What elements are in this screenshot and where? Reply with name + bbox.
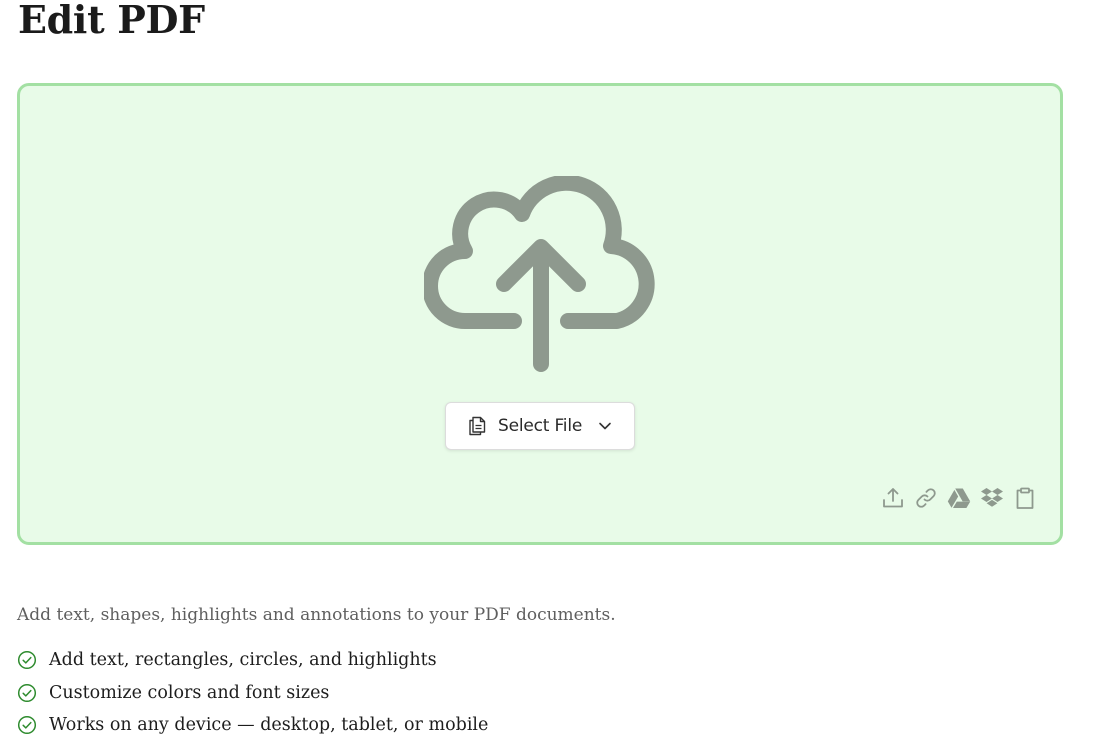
page-title: Edit PDF — [18, 0, 205, 42]
cloud-upload-icon — [424, 176, 655, 372]
feature-text: Add text, rectangles, circles, and highl… — [49, 650, 437, 671]
check-circle-icon — [17, 683, 37, 702]
list-item: Customize colors and font sizes — [17, 677, 488, 710]
check-circle-icon — [17, 716, 37, 735]
feature-list: Add text, rectangles, circles, and highl… — [17, 644, 488, 742]
list-item: Add text, rectangles, circles, and highl… — [17, 644, 488, 677]
list-item: Works on any device — desktop, tablet, o… — [17, 709, 488, 742]
chevron-down-icon[interactable] — [598, 421, 612, 431]
check-circle-icon — [17, 651, 37, 670]
clipboard-icon[interactable] — [1013, 486, 1037, 510]
google-drive-icon[interactable] — [947, 486, 971, 510]
select-file-label: Select File — [498, 416, 583, 436]
page-description: Add text, shapes, highlights and annotat… — [17, 605, 616, 625]
select-file-button[interactable]: Select File — [445, 402, 635, 450]
file-copy-icon — [469, 416, 486, 436]
link-icon[interactable] — [914, 486, 938, 510]
file-dropzone[interactable]: Select File — [17, 83, 1063, 545]
feature-text: Works on any device — desktop, tablet, o… — [49, 715, 489, 736]
upload-icon[interactable] — [881, 486, 905, 510]
file-source-options — [881, 486, 1037, 510]
feature-text: Customize colors and font sizes — [49, 682, 330, 703]
dropbox-icon[interactable] — [980, 486, 1004, 510]
